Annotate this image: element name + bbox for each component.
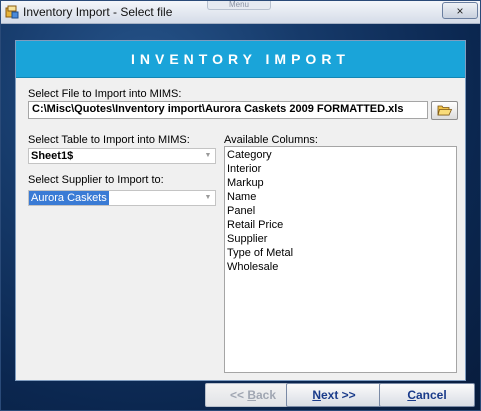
app-icon bbox=[5, 5, 19, 19]
next-button[interactable]: Next >> bbox=[286, 383, 382, 407]
file-path-field[interactable]: C:\Misc\Quotes\Inventory import\Aurora C… bbox=[28, 101, 428, 119]
list-item[interactable]: Category bbox=[227, 148, 454, 162]
dialog-panel: INVENTORY IMPORT Select File to Import i… bbox=[15, 40, 466, 381]
cancel-button[interactable]: Cancel bbox=[379, 383, 475, 407]
title-bar[interactable]: Inventory Import - Select file Menu × bbox=[1, 1, 480, 24]
supplier-label: Select Supplier to Import to: bbox=[28, 174, 164, 186]
list-item[interactable]: Name bbox=[227, 190, 454, 204]
close-button[interactable]: × bbox=[442, 2, 478, 19]
file-label: Select File to Import into MIMS: bbox=[28, 88, 182, 100]
next-button-mnemonic: N bbox=[312, 388, 321, 402]
window-title: Inventory Import - Select file bbox=[23, 5, 173, 19]
next-button-label: ext >> bbox=[320, 388, 356, 402]
folder-open-icon bbox=[437, 105, 453, 116]
list-item[interactable]: Markup bbox=[227, 176, 454, 190]
list-item[interactable]: Supplier bbox=[227, 232, 454, 246]
list-item[interactable]: Retail Price bbox=[227, 218, 454, 232]
chevron-down-icon[interactable]: ▼ bbox=[203, 192, 213, 204]
columns-label: Available Columns: bbox=[224, 134, 318, 146]
list-item[interactable]: Type of Metal bbox=[227, 246, 454, 260]
list-item[interactable]: Panel bbox=[227, 204, 454, 218]
supplier-select[interactable]: Aurora Caskets ▼ bbox=[28, 190, 216, 206]
cancel-button-label: ancel bbox=[415, 388, 447, 402]
banner-title: INVENTORY IMPORT bbox=[131, 51, 350, 67]
close-icon: × bbox=[456, 4, 464, 18]
browse-button[interactable] bbox=[431, 101, 458, 120]
banner: INVENTORY IMPORT bbox=[16, 41, 465, 78]
table-label: Select Table to Import into MIMS: bbox=[28, 134, 190, 146]
chevron-down-icon[interactable]: ▼ bbox=[203, 150, 213, 162]
table-select[interactable]: Sheet1$ ▼ bbox=[28, 148, 216, 164]
back-button-label: ack bbox=[256, 388, 277, 402]
supplier-select-value: Aurora Caskets bbox=[29, 191, 109, 205]
available-columns-list[interactable]: Category Interior Markup Name Panel Reta… bbox=[224, 146, 457, 373]
list-item[interactable]: Interior bbox=[227, 162, 454, 176]
back-button-prefix: << bbox=[229, 388, 248, 402]
background-menu-tab: Menu bbox=[207, 1, 271, 10]
back-button-mnemonic: B bbox=[247, 388, 256, 402]
cancel-button-mnemonic: C bbox=[407, 388, 416, 402]
list-item[interactable]: Wholesale bbox=[227, 260, 454, 274]
import-window: Inventory Import - Select file Menu × IN… bbox=[0, 0, 481, 411]
table-select-value: Sheet1$ bbox=[31, 150, 74, 162]
